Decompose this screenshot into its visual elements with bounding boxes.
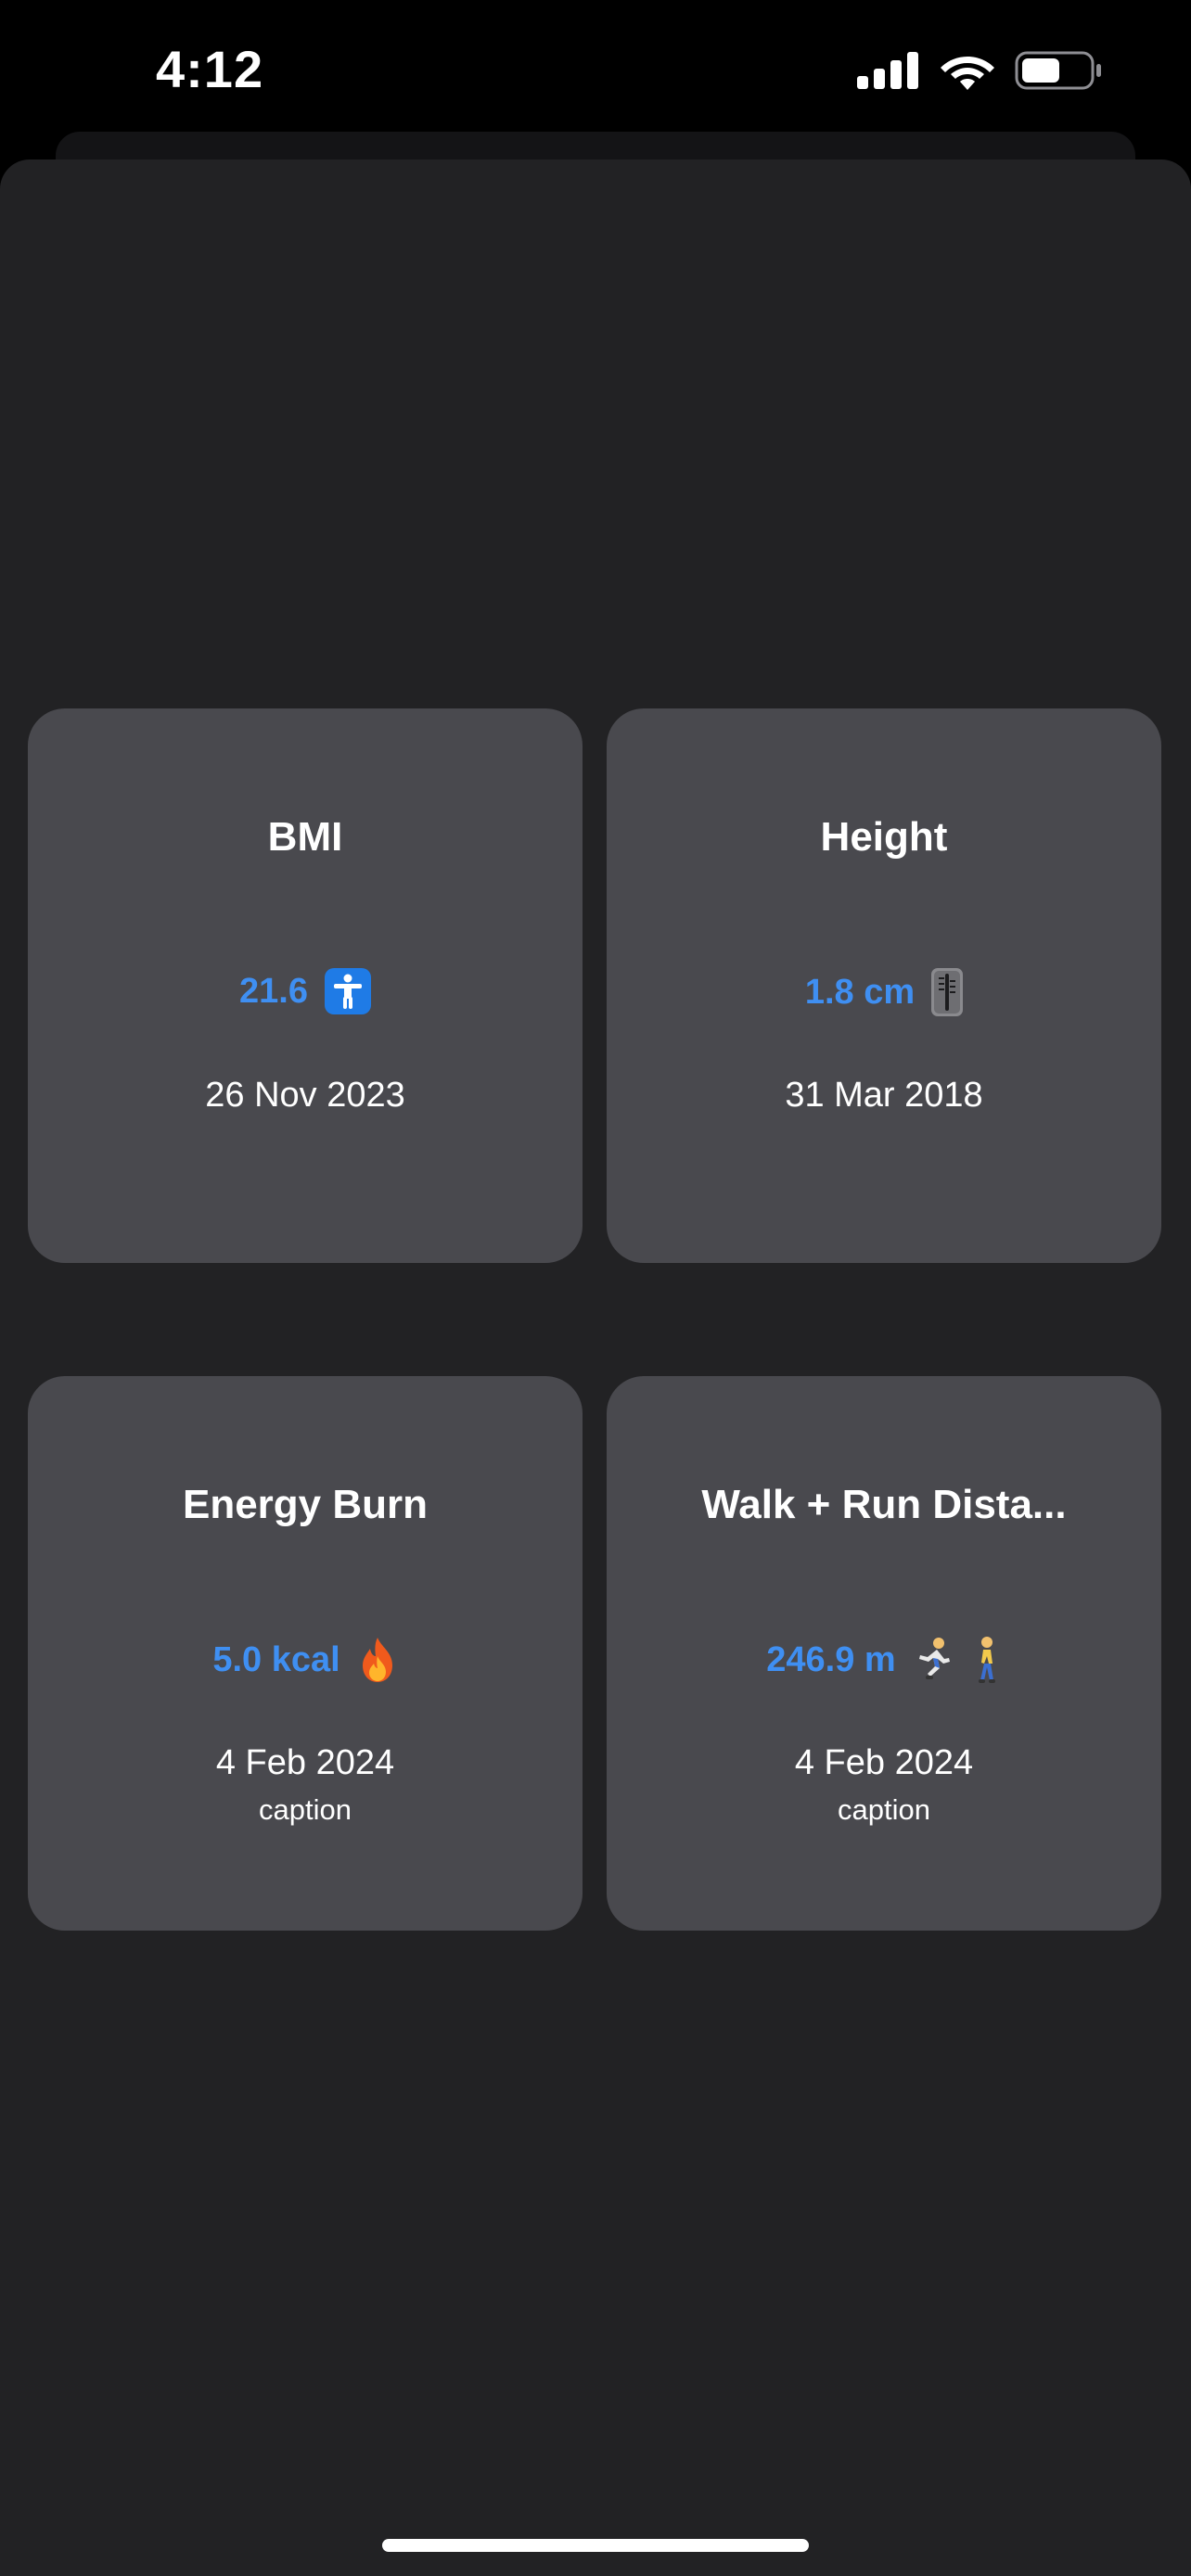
status-bar: 4:12 [0,0,1191,139]
status-icons [857,48,1102,93]
card-value-row: 5.0 kcal [28,1636,583,1684]
thermometer-icon [931,968,964,1016]
card-value: 21.6 [239,971,308,1011]
accessibility-icon [324,968,371,1014]
card-date: 26 Nov 2023 [205,1076,405,1115]
bmi-card[interactable]: BMI 21.6 26 Nov 2023 [28,708,583,1263]
wifi-icon [941,57,994,90]
status-time: 4:12 [156,40,264,98]
card-title: Height [820,814,948,860]
screen: 4:12 BMI 21.6 26 Nov 2023 Height 1.8 cm … [0,0,1191,2576]
card-date: 4 Feb 2024 [215,1743,395,1782]
runner-icon [913,1637,954,1683]
card-caption: caption [259,1793,352,1826]
card-value-row: 1.8 cm [607,968,1161,1016]
card-value-row: 21.6 [28,968,583,1014]
main-sheet [0,159,1191,2576]
home-indicator[interactable] [382,2539,809,2552]
card-value-row: 246.9 m [607,1636,1161,1684]
card-value: 246.9 m [766,1639,896,1679]
battery-icon [1015,51,1101,90]
height-card[interactable]: Height 1.8 cm 31 Mar 2018 [607,708,1161,1263]
card-value: 5.0 kcal [212,1639,340,1679]
cellular-signal-icon [857,52,918,89]
card-caption: caption [838,1793,930,1826]
card-date: 31 Mar 2018 [785,1076,983,1115]
walk-run-distance-card[interactable]: Walk + Run Dista... 246.9 m 4 Feb 2024 c… [607,1376,1161,1931]
walker-icon [970,1636,1002,1684]
energy-burn-card[interactable]: Energy Burn 5.0 kcal 4 Feb 2024 caption [28,1376,583,1931]
card-value: 1.8 cm [804,972,916,1012]
card-date: 4 Feb 2024 [794,1743,974,1782]
fire-icon [357,1636,398,1684]
card-title: BMI [267,814,343,860]
card-title: Energy Burn [182,1482,429,1527]
card-title: Walk + Run Dista... [701,1482,1067,1527]
